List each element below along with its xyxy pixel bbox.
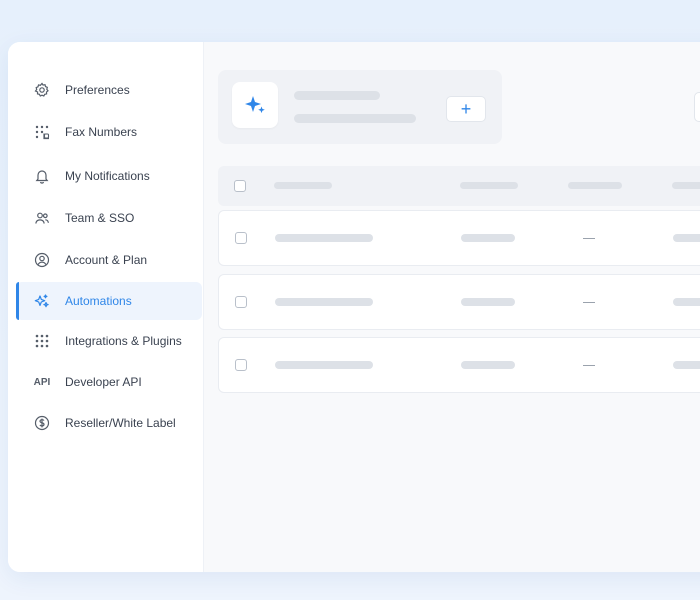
sidebar-item-label: Preferences [65, 83, 130, 97]
select-all-checkbox[interactable] [234, 180, 246, 192]
row-checkbox[interactable] [235, 232, 247, 244]
bell-icon [34, 168, 50, 184]
sidebar-item-label: Developer API [65, 375, 142, 389]
gear-icon [34, 82, 50, 98]
sidebar-item-label: Account & Plan [65, 253, 148, 267]
table-row[interactable] [218, 274, 700, 330]
sparkles-icon [34, 293, 50, 309]
sidebar-item-label: Integrations & Plugins [65, 334, 182, 348]
row-empty-value [583, 302, 595, 303]
sidebar-item-developer-api[interactable]: API Developer API [16, 363, 202, 401]
row-empty-value [583, 365, 595, 366]
table-row[interactable] [218, 210, 700, 266]
users-icon [34, 210, 50, 226]
row-value-skeleton [461, 234, 515, 242]
row-value-skeleton [673, 234, 700, 242]
sparkle-icon [232, 82, 278, 128]
column-header [274, 182, 332, 189]
sidebar-item-preferences[interactable]: Preferences [16, 71, 202, 109]
row-empty-value [583, 238, 595, 239]
row-value-skeleton [461, 361, 515, 369]
row-name-skeleton [275, 298, 373, 306]
row-name-skeleton [275, 361, 373, 369]
sidebar-item-my-notifications[interactable]: My Notifications [16, 157, 202, 195]
user-circle-icon [34, 252, 50, 268]
row-value-skeleton [673, 298, 700, 306]
main-content: + [204, 42, 700, 572]
sidebar: Preferences Fax Numbers My Notifications… [8, 42, 204, 572]
row-name-skeleton [275, 234, 373, 242]
sidebar-item-label: Reseller/White Label [65, 416, 176, 430]
sidebar-item-team-sso[interactable]: Team & SSO [16, 199, 202, 237]
row-value-skeleton [461, 298, 515, 306]
api-text-icon: API [33, 376, 51, 388]
table-header [218, 166, 700, 206]
column-header [672, 182, 700, 189]
grid-dots-icon [34, 333, 50, 349]
sidebar-item-label: Team & SSO [65, 211, 135, 225]
row-checkbox[interactable] [235, 359, 247, 371]
sidebar-item-label: Fax Numbers [65, 125, 138, 139]
settings-window: Preferences Fax Numbers My Notifications… [8, 42, 700, 572]
sidebar-item-automations[interactable]: Automations [16, 282, 202, 320]
automation-header-card: + [218, 70, 502, 144]
sidebar-item-reseller-white-label[interactable]: Reseller/White Label [16, 404, 202, 442]
row-checkbox[interactable] [235, 296, 247, 308]
column-header [460, 182, 518, 189]
row-value-skeleton [673, 361, 700, 369]
table-row[interactable] [218, 337, 700, 393]
sidebar-item-fax-numbers[interactable]: Fax Numbers [16, 113, 202, 151]
sidebar-item-label: My Notifications [65, 169, 150, 183]
sidebar-item-integrations-plugins[interactable]: Integrations & Plugins [16, 322, 202, 360]
column-header [568, 182, 622, 189]
sidebar-item-account-plan[interactable]: Account & Plan [16, 241, 202, 279]
title-skeleton [294, 91, 380, 100]
dollar-circle-icon [34, 415, 50, 431]
toolbar-button[interactable] [694, 92, 700, 122]
sidebar-item-label: Automations [65, 294, 132, 308]
subtitle-skeleton [294, 114, 416, 123]
add-automation-button[interactable]: + [446, 96, 486, 122]
dialpad-icon [34, 124, 50, 140]
